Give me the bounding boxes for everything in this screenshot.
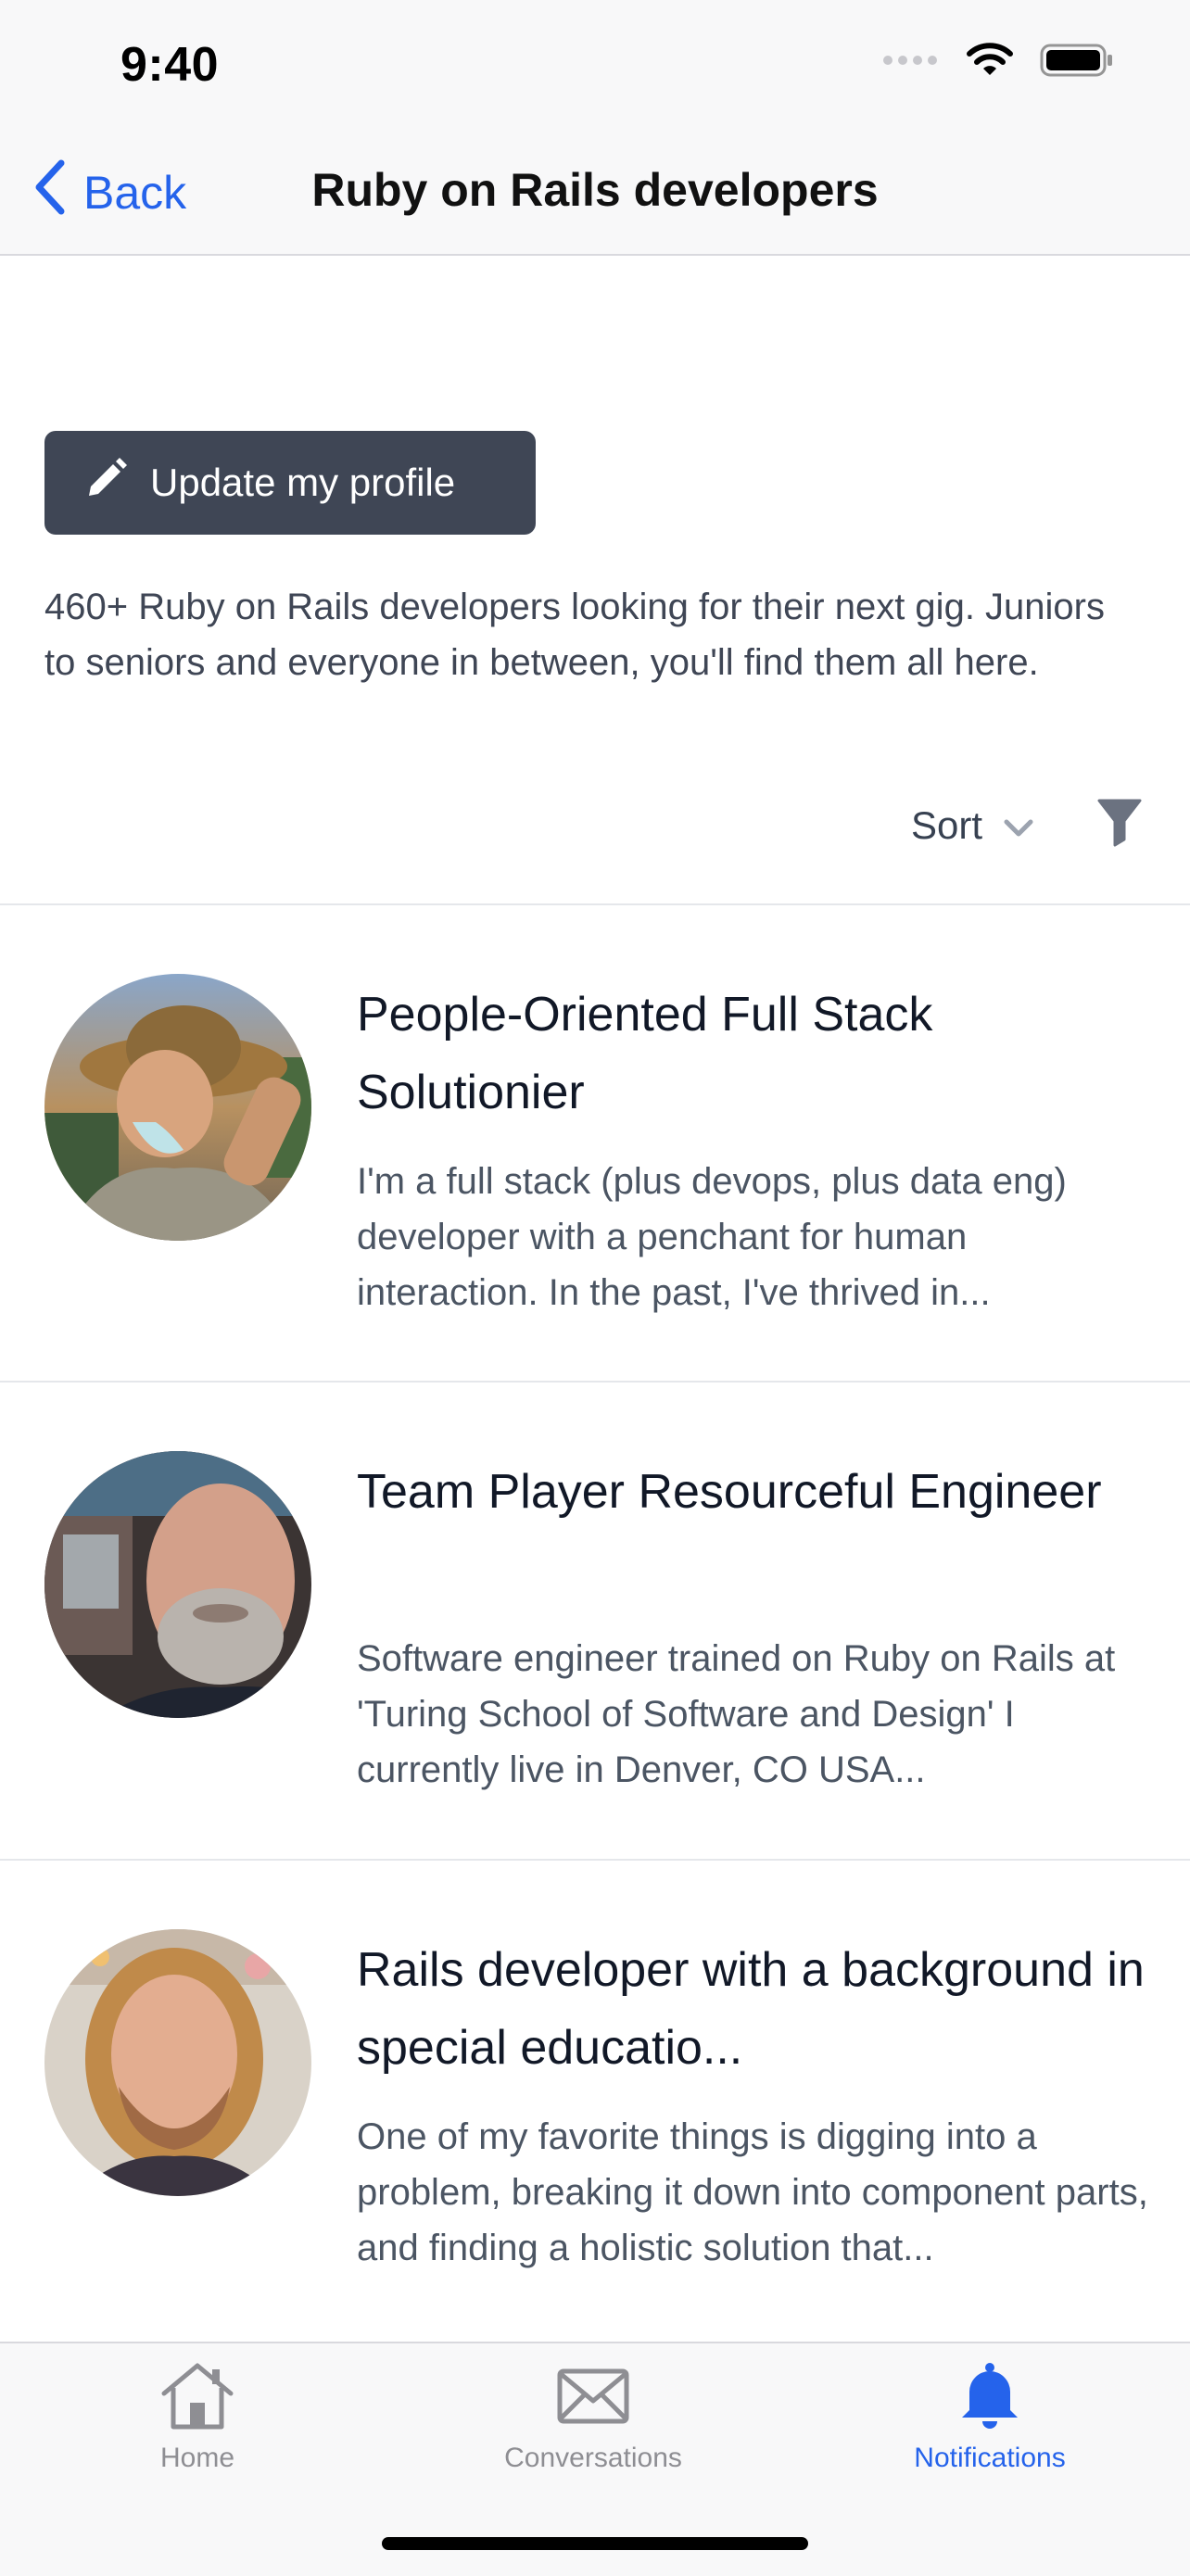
tab-conversations[interactable]: Conversations bbox=[454, 2360, 732, 2474]
avatar bbox=[44, 974, 311, 1241]
tab-notifications[interactable]: Notifications bbox=[851, 2360, 1129, 2474]
developer-title: People-Oriented Full Stack Solutionier bbox=[357, 988, 933, 1119]
tab-home[interactable]: Home bbox=[58, 2360, 336, 2474]
developer-description: I'm a full stack (plus devops, plus data… bbox=[357, 1161, 1067, 1313]
wifi-icon bbox=[966, 42, 1014, 83]
tab-conversations-label: Conversations bbox=[504, 2443, 682, 2473]
developer-description: One of my favorite things is digging int… bbox=[357, 2116, 1148, 2268]
signal-icon bbox=[882, 53, 940, 72]
filter-button[interactable] bbox=[1097, 799, 1142, 852]
developer-description: Software engineer trained on Ruby on Rai… bbox=[357, 1638, 1116, 1790]
developer-card[interactable]: Rails developer with a background in spe… bbox=[0, 1861, 1190, 2338]
funnel-icon bbox=[1097, 799, 1142, 852]
chevron-down-icon bbox=[1003, 803, 1034, 848]
envelope-icon bbox=[554, 2360, 632, 2435]
sort-button[interactable]: Sort bbox=[911, 803, 1034, 848]
pencil-icon bbox=[85, 457, 128, 509]
avatar bbox=[44, 1451, 311, 1718]
update-profile-button[interactable]: Update my profile bbox=[44, 431, 536, 535]
tab-notifications-label: Notifications bbox=[914, 2443, 1066, 2473]
avatar bbox=[44, 1929, 311, 2196]
sort-label: Sort bbox=[910, 802, 982, 847]
bell-icon bbox=[951, 2360, 1029, 2435]
developer-title: Rails developer with a background in spe… bbox=[357, 1943, 1145, 2075]
status-icons bbox=[882, 42, 1114, 83]
status-time: 9:40 bbox=[120, 38, 220, 92]
nav-bar: Back Ruby on Rails developers bbox=[0, 130, 1190, 256]
developer-title: Team Player Resourceful Engineer bbox=[357, 1465, 1102, 1519]
sort-filter-row: Sort bbox=[911, 799, 1142, 852]
home-icon bbox=[158, 2360, 236, 2435]
page-title: Ruby on Rails developers bbox=[311, 164, 879, 216]
intro-text: 460+ Ruby on Rails developers looking fo… bbox=[44, 587, 1105, 683]
battery-icon bbox=[1040, 42, 1114, 83]
home-indicator[interactable] bbox=[382, 2537, 808, 2550]
developer-card[interactable]: Team Player Resourceful Engineer Softwar… bbox=[0, 1383, 1190, 1860]
update-profile-label: Update my profile bbox=[150, 461, 456, 504]
tab-home-label: Home bbox=[159, 2443, 235, 2473]
status-bar: 9:40 bbox=[0, 0, 1190, 130]
developer-card[interactable]: People-Oriented Full Stack Solutionier I… bbox=[0, 905, 1190, 1383]
